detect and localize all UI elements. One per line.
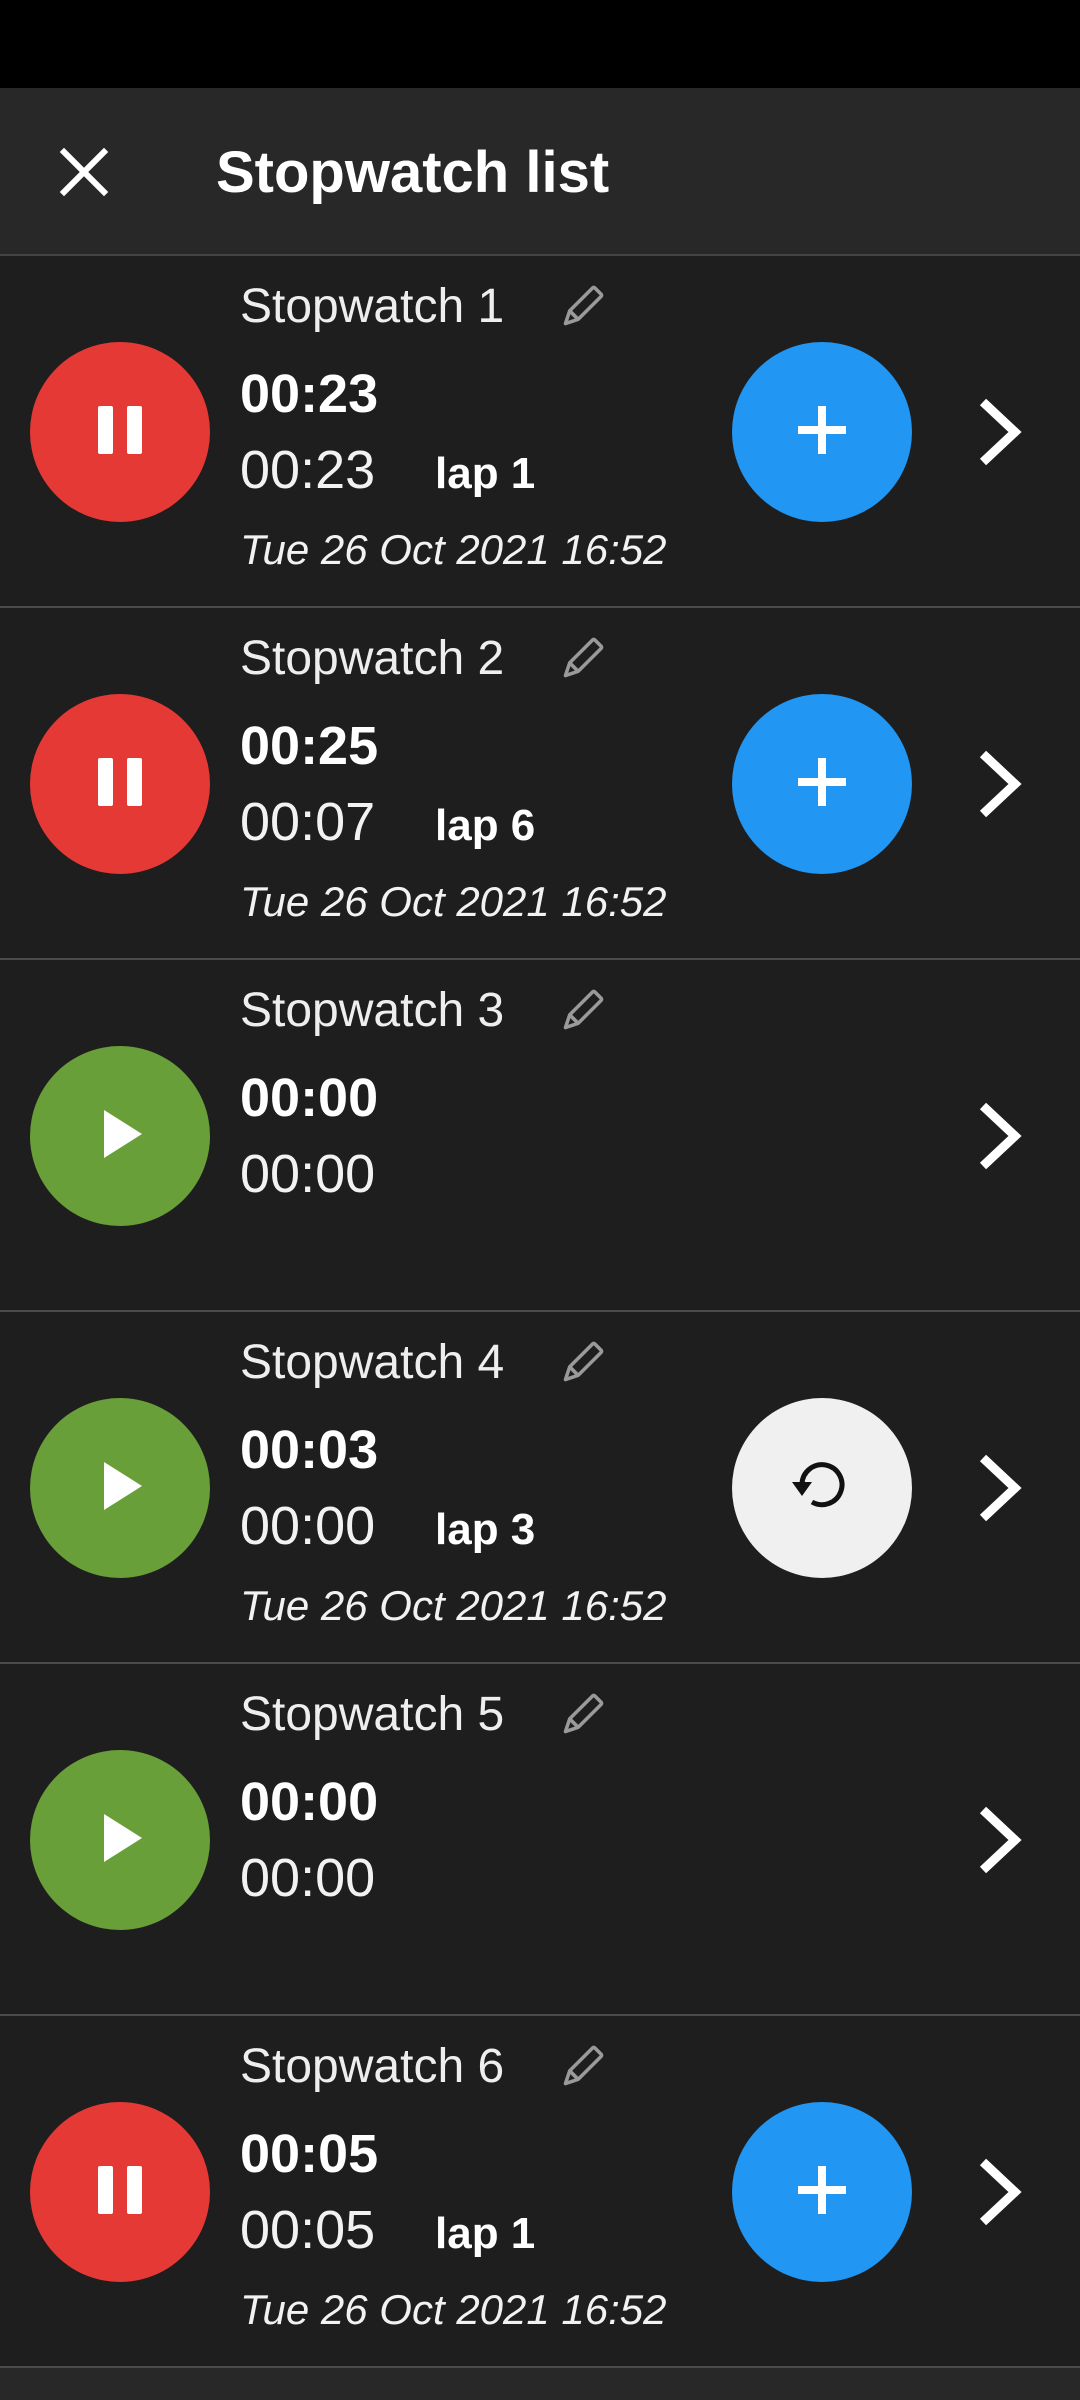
play-icon bbox=[90, 1104, 150, 1169]
plus-icon bbox=[792, 400, 852, 465]
play-icon bbox=[90, 1456, 150, 1521]
stopwatch-row: Stopwatch 5 00:00 00:00 bbox=[0, 1664, 1080, 2016]
chevron-right-icon[interactable] bbox=[960, 1800, 1040, 1880]
stopwatch-row: Stopwatch 3 00:00 00:00 bbox=[0, 960, 1080, 1312]
lap-reset-button[interactable] bbox=[732, 1398, 912, 1578]
lap-time: 00:00 bbox=[240, 1144, 376, 1204]
lap-label: lap 1 bbox=[435, 2209, 536, 2258]
lap-reset-button[interactable] bbox=[732, 694, 912, 874]
total-time: 00:23 bbox=[240, 364, 379, 424]
start-date: Tue 26 Oct 2021 16:52 bbox=[240, 2286, 667, 2333]
lap-time: 00:05 bbox=[240, 2200, 376, 2260]
total-time: 00:00 bbox=[240, 1068, 379, 1128]
stopwatch-row: Stopwatch 1 00:23 00:23 lap 1 Tue 26 Oct… bbox=[0, 256, 1080, 608]
total-time: 00:00 bbox=[240, 1772, 379, 1832]
lap-reset-button[interactable] bbox=[732, 2102, 912, 2282]
edit-name-icon[interactable] bbox=[555, 1690, 607, 1742]
plus-icon bbox=[792, 752, 852, 817]
lap-time: 00:07 bbox=[240, 792, 376, 852]
edit-name-icon[interactable] bbox=[555, 634, 607, 686]
stopwatch-name: Stopwatch 2 bbox=[240, 632, 505, 685]
total-time: 00:25 bbox=[240, 716, 379, 776]
lap-reset-button[interactable] bbox=[732, 342, 912, 522]
lap-label: lap 3 bbox=[435, 1505, 536, 1554]
pause-icon bbox=[90, 752, 150, 817]
total-time: 00:05 bbox=[240, 2124, 379, 2184]
total-time: 00:03 bbox=[240, 1420, 379, 1480]
stopwatch-row: Stopwatch 2 00:25 00:07 lap 6 Tue 26 Oct… bbox=[0, 608, 1080, 960]
pause-icon bbox=[90, 2160, 150, 2225]
status-bar bbox=[0, 0, 1080, 88]
reset-icon bbox=[790, 1454, 854, 1523]
stopwatch-name: Stopwatch 3 bbox=[240, 984, 505, 1037]
plus-icon bbox=[792, 2160, 852, 2225]
start-pause-button[interactable] bbox=[30, 1750, 210, 1930]
play-icon bbox=[90, 1808, 150, 1873]
start-pause-button[interactable] bbox=[30, 694, 210, 874]
chevron-right-icon[interactable] bbox=[960, 2152, 1040, 2232]
start-date: Tue 26 Oct 2021 16:52 bbox=[240, 878, 667, 925]
lap-label: lap 6 bbox=[435, 801, 536, 850]
list-bottom-edge bbox=[0, 2368, 1080, 2400]
edit-name-icon[interactable] bbox=[555, 986, 607, 1038]
stopwatch-name: Stopwatch 5 bbox=[240, 1688, 505, 1741]
close-button[interactable] bbox=[30, 112, 138, 232]
chevron-right-icon[interactable] bbox=[960, 1096, 1040, 1176]
lap-label: lap 1 bbox=[435, 449, 536, 498]
page-title: Stopwatch list bbox=[216, 140, 610, 205]
start-pause-button[interactable] bbox=[30, 1046, 210, 1226]
stopwatch-name: Stopwatch 4 bbox=[240, 1336, 505, 1389]
start-date: Tue 26 Oct 2021 16:52 bbox=[240, 1582, 667, 1629]
start-pause-button[interactable] bbox=[30, 342, 210, 522]
stopwatch-name: Stopwatch 1 bbox=[240, 280, 505, 333]
chevron-right-icon[interactable] bbox=[960, 744, 1040, 824]
start-pause-button[interactable] bbox=[30, 2102, 210, 2282]
edit-name-icon[interactable] bbox=[555, 1338, 607, 1390]
pause-icon bbox=[90, 400, 150, 465]
start-pause-button[interactable] bbox=[30, 1398, 210, 1578]
lap-time: 00:00 bbox=[240, 1848, 376, 1908]
stopwatch-name: Stopwatch 6 bbox=[240, 2040, 505, 2093]
edit-name-icon[interactable] bbox=[555, 2042, 607, 2094]
lap-time: 00:00 bbox=[240, 1496, 376, 1556]
start-date: Tue 26 Oct 2021 16:52 bbox=[240, 526, 667, 573]
close-icon bbox=[59, 147, 109, 197]
stopwatch-row: Stopwatch 6 00:05 00:05 lap 1 Tue 26 Oct… bbox=[0, 2016, 1080, 2368]
chevron-right-icon[interactable] bbox=[960, 1448, 1040, 1528]
stopwatch-row: Stopwatch 4 00:03 00:00 lap 3 Tue 26 Oct… bbox=[0, 1312, 1080, 1664]
lap-time: 00:23 bbox=[240, 440, 376, 500]
chevron-right-icon[interactable] bbox=[960, 392, 1040, 472]
edit-name-icon[interactable] bbox=[555, 282, 607, 334]
